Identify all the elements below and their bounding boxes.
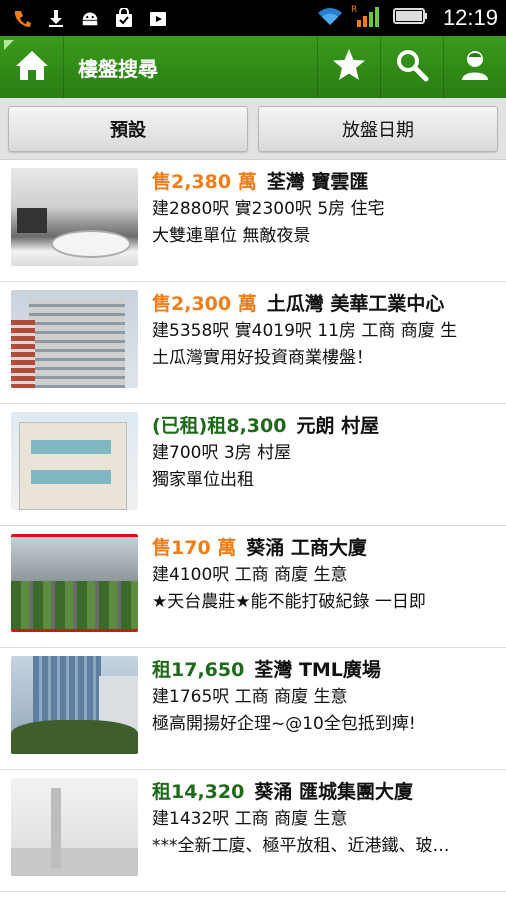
property-photo bbox=[11, 290, 138, 388]
bag-icon bbox=[114, 8, 134, 28]
property-photo bbox=[11, 168, 138, 266]
page-title: 樓盤搜尋 bbox=[78, 56, 158, 81]
sort-default-button[interactable]: 預設 bbox=[8, 105, 248, 152]
list-item[interactable]: 租14,320 葵涌 匯城集團大廈 建1432呎 工商 商廈 生意 ***全新工廈… bbox=[0, 770, 506, 892]
list-item[interactable]: 租17,650 荃灣 TML廣場 建1765呎 工商 商廈 生意 極高開揚好企理~… bbox=[0, 648, 506, 770]
location: 土瓜灣 美華工業中心 bbox=[266, 293, 445, 315]
details: 建1432呎 工商 商廈 生意 bbox=[152, 809, 348, 829]
list-item[interactable]: 售2,380 萬荃灣 寶雲匯 建2880呎 實2300呎 5房 住宅 大雙連單位… bbox=[0, 160, 506, 282]
favorites-button[interactable] bbox=[317, 36, 380, 98]
android-icon bbox=[80, 8, 100, 28]
property-photo bbox=[11, 412, 138, 510]
play-store-icon bbox=[148, 8, 168, 28]
list-item[interactable]: 售2,300 萬土瓜灣 美華工業中心 建5358呎 實4019呎 11房 工商 … bbox=[0, 282, 506, 404]
details: 建1765呎 工商 商廈 生意 bbox=[152, 687, 348, 707]
sort-date-button[interactable]: 放盤日期 bbox=[258, 105, 498, 152]
property-photo bbox=[11, 656, 138, 754]
location: 元朗 村屋 bbox=[296, 415, 380, 437]
location: 荃灣 TML廣場 bbox=[254, 659, 381, 681]
search-button[interactable] bbox=[380, 36, 443, 98]
location: 葵涌 匯城集團大廈 bbox=[254, 781, 413, 803]
list-item[interactable]: (已租)租8,300 元朗 村屋 建700呎 3房 村屋 獨家單位出租 bbox=[0, 404, 506, 526]
price: 售170 萬 bbox=[152, 537, 237, 559]
svg-text:R: R bbox=[351, 5, 357, 15]
price: 售2,300 萬 bbox=[152, 293, 257, 315]
status-bar: R 12:19 bbox=[0, 0, 506, 36]
property-photo bbox=[11, 534, 138, 632]
details: 建5358呎 實4019呎 11房 工商 商廈 生 bbox=[152, 321, 458, 341]
download-icon bbox=[46, 8, 66, 28]
details: 建2880呎 實2300呎 5房 住宅 bbox=[152, 199, 385, 219]
star-icon bbox=[331, 48, 367, 86]
description: ***全新工廈、極平放租、近港鐵、玻… bbox=[152, 836, 450, 856]
description: 土瓜灣實用好投資商業樓盤！ bbox=[152, 348, 373, 368]
property-photo bbox=[11, 778, 138, 876]
account-button[interactable] bbox=[443, 36, 506, 98]
home-icon bbox=[14, 48, 50, 86]
details: 建4100呎 工商 商廈 生意 bbox=[152, 565, 348, 585]
search-icon bbox=[395, 48, 429, 86]
description: 大雙連單位 無敵夜景 bbox=[152, 226, 311, 246]
location: 葵涌 工商大廈 bbox=[246, 537, 367, 559]
sort-bar: 預設 放盤日期 bbox=[0, 98, 506, 160]
call-forward-icon bbox=[12, 8, 32, 28]
listing-list: 售2,380 萬荃灣 寶雲匯 建2880呎 實2300呎 5房 住宅 大雙連單位… bbox=[0, 160, 506, 892]
home-button[interactable] bbox=[0, 36, 64, 98]
user-icon bbox=[459, 48, 491, 86]
description: 獨家單位出租 bbox=[152, 470, 254, 490]
price: (已租)租8,300 bbox=[152, 415, 287, 437]
price: 租14,320 bbox=[152, 781, 245, 803]
price: 租17,650 bbox=[152, 659, 245, 681]
list-item[interactable]: 售170 萬葵涌 工商大廈 建4100呎 工商 商廈 生意 ★天台農莊★能不能打… bbox=[0, 526, 506, 648]
details: 建700呎 3房 村屋 bbox=[152, 443, 292, 463]
action-bar: 樓盤搜尋 bbox=[0, 36, 506, 98]
battery-icon bbox=[392, 6, 429, 30]
location: 荃灣 寶雲匯 bbox=[266, 171, 369, 193]
price: 售2,380 萬 bbox=[152, 171, 257, 193]
description: 極高開揚好企理~@10全包抵到痺! bbox=[152, 714, 416, 734]
wifi-icon bbox=[317, 6, 343, 30]
clock: 12:19 bbox=[442, 5, 498, 30]
signal-icon: R bbox=[351, 4, 385, 32]
description: ★天台農莊★能不能打破紀錄 一日即 bbox=[152, 592, 426, 612]
